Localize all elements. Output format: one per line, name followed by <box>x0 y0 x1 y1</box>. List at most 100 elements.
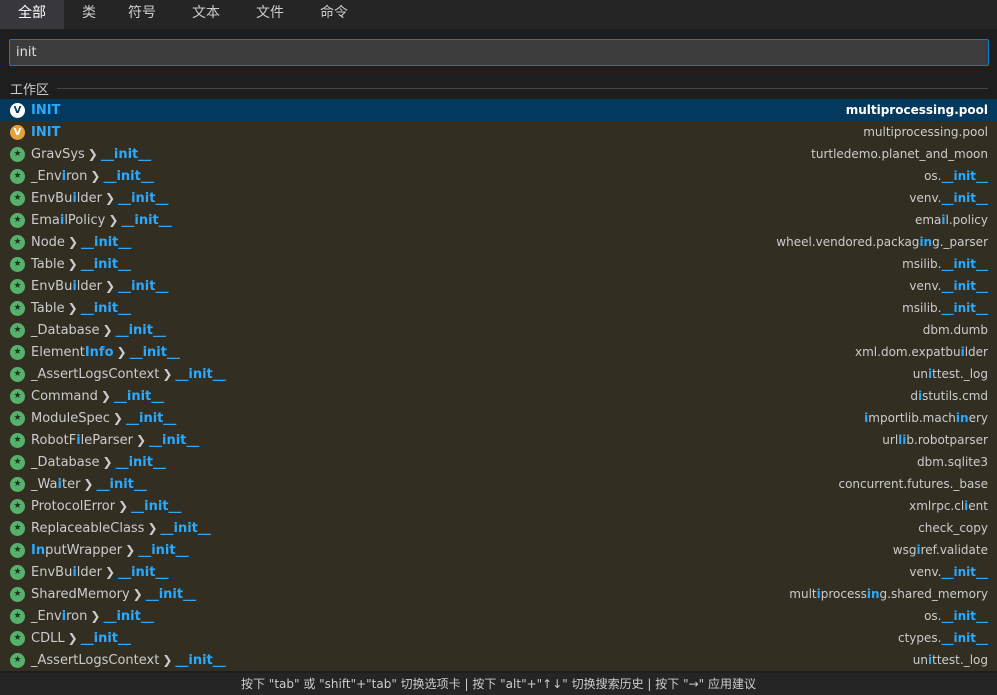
result-row[interactable]: ★ _Database ❯ __init__ dbm.sqlite3 <box>0 451 997 473</box>
text-segment: __init__ <box>941 301 988 315</box>
result-member: __init__ <box>115 454 166 470</box>
result-row[interactable]: ★ Command ❯ __init__ distutils.cmd <box>0 385 997 407</box>
text-segment: msilib. <box>902 301 942 315</box>
chevron-right-icon: ❯ <box>147 521 158 535</box>
result-label: RobotFileParser <box>31 433 133 448</box>
text-segment: venv. <box>909 191 942 205</box>
result-row[interactable]: ★ Node ❯ __init__ wheel.vendored.packaging._… <box>0 231 997 253</box>
text-segment: lder <box>76 278 102 294</box>
text-segment: _AssertLogsContext <box>31 652 160 668</box>
result-row[interactable]: ★ EmailPolicy ❯ __init__ email.policy <box>0 209 997 231</box>
result-row[interactable]: ★ ModuleSpec ❯ __init__ importlib.machinery <box>0 407 997 429</box>
result-member: __init__ <box>175 652 226 668</box>
result-row[interactable]: ★ GravSys ❯ __init__ turtledemo.planet_and_m… <box>0 143 997 165</box>
text-segment: lder <box>76 564 102 580</box>
text-segment: g.shared_memory <box>879 587 988 601</box>
text-segment: RobotF <box>31 432 77 448</box>
results-list: V INIT multiprocessing.pool V INIT multiproce… <box>0 99 997 671</box>
result-member: __init__ <box>129 344 180 360</box>
result-location: xml.dom.expatbuilder <box>855 345 988 359</box>
text-segment: Node <box>31 234 65 250</box>
result-member: __init__ <box>149 432 200 448</box>
variable-icon: V <box>10 102 25 118</box>
result-location: xmlrpc.client <box>909 499 988 513</box>
section-label: 工作区 <box>10 82 50 98</box>
result-row[interactable]: ★ EnvBuilder ❯ __init__ venv.__init__ <box>0 561 997 583</box>
tab-3[interactable]: 文本 <box>174 0 238 29</box>
result-location: email.policy <box>915 213 988 227</box>
variable-icon: V <box>10 124 25 140</box>
result-label: _AssertLogsContext <box>31 653 159 668</box>
text-segment: _Wa <box>31 476 58 492</box>
text-segment: INIT <box>31 102 61 118</box>
result-row[interactable]: ★ _Environ ❯ __init__ os.__init__ <box>0 605 997 627</box>
result-row[interactable]: ★ CDLL ❯ __init__ ctypes.__init__ <box>0 627 997 649</box>
text-segment: GravSys <box>31 146 85 162</box>
result-label: Command <box>31 389 98 404</box>
text-segment: process <box>820 587 867 601</box>
tab-5[interactable]: 命令 <box>302 0 366 29</box>
result-label: Table <box>31 257 65 272</box>
result-member: __init__ <box>80 300 132 316</box>
chevron-right-icon: ❯ <box>162 367 173 381</box>
result-row[interactable]: V INIT multiprocessing.pool <box>0 121 997 143</box>
chevron-right-icon: ❯ <box>87 147 98 161</box>
result-row[interactable]: V INIT multiprocessing.pool <box>0 99 997 121</box>
result-member: __init__ <box>145 586 197 602</box>
result-row[interactable]: ★ ReplaceableClass ❯ __init__ check_copy <box>0 517 997 539</box>
search-input[interactable] <box>10 40 988 65</box>
result-location: unittest._log <box>913 367 988 381</box>
tab-1[interactable]: 类 <box>64 0 110 29</box>
text-segment: Table <box>31 300 65 316</box>
text-segment: un <box>912 653 929 667</box>
tab-2[interactable]: 符号 <box>110 0 174 29</box>
search-box[interactable] <box>9 39 989 66</box>
text-segment: ron <box>66 608 88 624</box>
text-segment: Info <box>84 344 114 360</box>
result-row[interactable]: ★ _Database ❯ __init__ dbm.dumb <box>0 319 997 341</box>
class-icon: ★ <box>10 586 25 602</box>
result-member: __init__ <box>125 410 177 426</box>
text-segment: __init__ <box>941 609 988 623</box>
chevron-right-icon: ❯ <box>67 631 78 645</box>
chevron-right-icon: ❯ <box>83 477 94 491</box>
result-row[interactable]: ★ _Waiter ❯ __init__ concurrent.futures._bas… <box>0 473 997 495</box>
text-segment: _AssertLogsContext <box>31 366 160 382</box>
text-segment: venv. <box>909 565 942 579</box>
result-location: ctypes.__init__ <box>898 631 988 645</box>
result-member: __init__ <box>103 168 154 184</box>
text-segment: In <box>31 542 46 558</box>
result-label: Node <box>31 235 65 250</box>
text-segment: Table <box>31 256 65 272</box>
result-label: _AssertLogsContext <box>31 367 159 382</box>
result-member: __init__ <box>100 146 152 162</box>
result-member: __init__ <box>118 278 169 294</box>
result-row[interactable]: ★ _AssertLogsContext ❯ __init__ unittest._lo… <box>0 649 997 671</box>
tab-4[interactable]: 文件 <box>238 0 302 29</box>
result-member: __init__ <box>138 542 189 558</box>
result-row[interactable]: ★ EnvBuilder ❯ __init__ venv.__init__ <box>0 187 997 209</box>
class-icon: ★ <box>10 388 25 404</box>
text-segment: msilib. <box>902 257 942 271</box>
result-row[interactable]: ★ SharedMemory ❯ __init__ multiprocessing.sh… <box>0 583 997 605</box>
result-row[interactable]: ★ ElementInfo ❯ __init__ xml.dom.expatbuilde… <box>0 341 997 363</box>
result-member: __init__ <box>80 256 132 272</box>
result-row[interactable]: ★ Table ❯ __init__ msilib.__init__ <box>0 297 997 319</box>
text-segment: mportlib.mach <box>868 411 956 425</box>
tab-0[interactable]: 全部 <box>0 0 64 29</box>
result-row[interactable]: ★ ProtocolError ❯ __init__ xmlrpc.client <box>0 495 997 517</box>
result-label: _Environ <box>31 169 87 184</box>
text-segment: multiprocessing.pool <box>845 103 988 117</box>
result-row[interactable]: ★ _Environ ❯ __init__ os.__init__ <box>0 165 997 187</box>
class-icon: ★ <box>10 564 25 580</box>
result-row[interactable]: ★ _AssertLogsContext ❯ __init__ unittest._lo… <box>0 363 997 385</box>
text-segment: EnvBu <box>31 278 73 294</box>
result-row[interactable]: ★ Table ❯ __init__ msilib.__init__ <box>0 253 997 275</box>
result-row[interactable]: ★ EnvBuilder ❯ __init__ venv.__init__ <box>0 275 997 297</box>
text-segment: __init__ <box>941 169 988 183</box>
text-segment: in <box>866 587 880 601</box>
result-row[interactable]: ★ RobotFileParser ❯ __init__ urllib.robotpar… <box>0 429 997 451</box>
result-member: __init__ <box>160 520 211 536</box>
class-icon: ★ <box>10 454 25 470</box>
result-row[interactable]: ★ InputWrapper ❯ __init__ wsgiref.validate <box>0 539 997 561</box>
